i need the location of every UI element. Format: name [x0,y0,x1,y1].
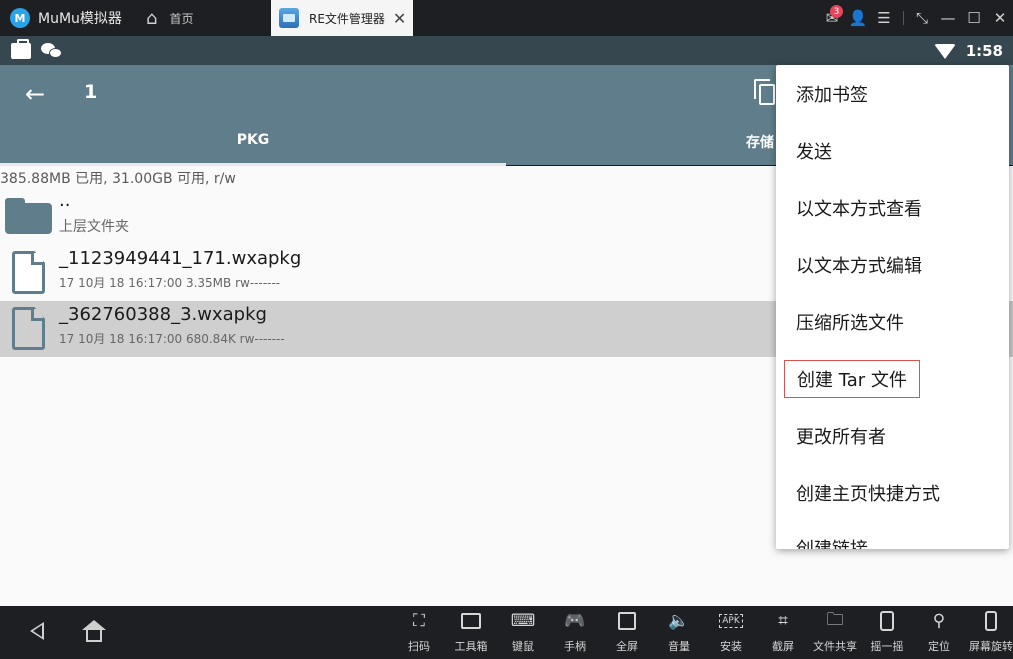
mini-window-icon[interactable]: ⤡ [909,0,935,36]
emulator-tools: ⛶ 扫码 工具箱 ⌨ 键鼠 🎮 手柄 全屏 🔈 音量 APK 安装 ⌗ 截屏 🗀 文件共享 摇… [393,606,1013,659]
wifi-icon [933,44,956,59]
user-icon[interactable]: 👤 [845,0,871,36]
tool-toolbox[interactable]: 工具箱 [445,606,497,659]
location-icon: ⚲ [932,611,946,631]
copy-icon[interactable] [754,79,776,105]
menu-item-create-link[interactable]: 创建链接 [796,535,868,549]
tool-label: 扫码 [408,640,430,653]
menu-item-view-as-text[interactable]: 以文本方式查看 [796,195,922,221]
file-meta: 上层文件夹 [59,219,129,235]
tool-label: 定位 [928,640,950,653]
tool-label: 摇一摇 [870,640,904,653]
tool-label: 屏幕旋转 [969,640,1013,653]
tool-scan[interactable]: ⛶ 扫码 [393,606,445,659]
menu-icon[interactable]: ☰ [871,0,897,36]
emulator-bottom-bar: ⛶ 扫码 工具箱 ⌨ 键鼠 🎮 手柄 全屏 🔈 音量 APK 安装 ⌗ 截屏 🗀 文件共享 摇… [0,606,1013,659]
notification-badge: 3 [830,5,843,18]
tool-label: 文件共享 [813,640,857,653]
tool-file-share[interactable]: 🗀 文件共享 [809,606,861,659]
folder-icon [5,198,52,234]
tool-rotate[interactable]: 屏幕旋转 [965,606,1013,659]
tab-pkg[interactable]: PKG [0,127,506,165]
keyboard-icon: ⌨ [510,611,536,631]
file-name: _1123949441_171.wxapkg [59,248,302,269]
crop-icon: ⌗ [778,611,788,631]
minimize-icon[interactable]: — [935,0,961,36]
tool-keyboard[interactable]: ⌨ 键鼠 [497,606,549,659]
menu-item-edit-as-text[interactable]: 以文本方式编辑 [796,252,922,278]
app-tab-label: RE文件管理器 [309,11,385,26]
menu-item-create-tar[interactable]: 创建 Tar 文件 [784,360,920,398]
divider [897,0,909,36]
android-home-icon[interactable] [82,620,106,644]
file-meta: 17 10月 18 16:17:00 680.84K rw------- [59,332,285,346]
toolbox-icon [461,606,481,636]
briefcase-icon [11,38,31,59]
tool-gamepad[interactable]: 🎮 手柄 [549,606,601,659]
close-window-icon[interactable]: ✕ [987,0,1013,36]
mumu-logo-icon: M [10,8,30,28]
tool-label: 全屏 [616,640,638,653]
emulator-brand: M MuMu模拟器 [0,0,140,36]
tool-volume[interactable]: 🔈 音量 [653,606,705,659]
selection-count-title: 1 [84,81,98,103]
home-tab[interactable]: ⌂ 首页 [140,0,270,36]
tool-shake[interactable]: 摇一摇 [861,606,913,659]
volume-icon: 🔈 [668,611,690,631]
apk-install-icon: APK [719,606,743,636]
overflow-menu: 添加书签 发送 以文本方式查看 以文本方式编辑 压缩所选文件 创建 Tar 文件… [776,65,1009,549]
tool-fullscreen[interactable]: 全屏 [601,606,653,659]
window-controls: ✉ 3 👤 ☰ ⤡ — ☐ ✕ [819,0,1013,36]
file-meta: 17 10月 18 16:17:00 3.35MB rw------- [59,276,281,290]
tool-install-apk[interactable]: APK 安装 [705,606,757,659]
menu-item-send[interactable]: 发送 [796,138,832,164]
scan-icon: ⛶ [413,611,425,631]
file-name: .. [59,190,71,211]
wechat-icon [41,42,63,60]
clock: 1:58 [965,41,1003,60]
file-name: _362760388_3.wxapkg [59,304,267,325]
file-icon [12,307,45,350]
tool-label: 工具箱 [454,640,488,653]
emulator-window: M MuMu模拟器 ⌂ 首页 RE文件管理器 ✕ ✉3 👤 ☰ ⤡ — ☐ ✕ [0,0,1013,659]
tool-label: 手柄 [564,640,586,653]
android-status-bar: 1:58 [0,36,1013,65]
back-arrow-icon[interactable]: ← [20,79,50,109]
maximize-icon[interactable]: ☐ [961,0,987,36]
tool-screenshot[interactable]: ⌗ 截屏 [757,606,809,659]
close-tab-icon[interactable]: ✕ [393,9,406,28]
menu-item-compress[interactable]: 压缩所选文件 [796,309,904,335]
home-icon: ⌂ [146,7,158,29]
tool-label: 安装 [720,640,742,653]
tab-pkg-label: PKG [236,132,270,148]
home-tab-label: 首页 [169,11,194,26]
mail-icon[interactable]: ✉ 3 [819,0,845,36]
menu-item-change-owner[interactable]: 更改所有者 [796,423,886,449]
emulator-titlebar: M MuMu模拟器 ⌂ 首页 RE文件管理器 ✕ ✉ 3 👤 ☰ ⤡ — ☐ ✕ [0,0,1013,36]
tool-location[interactable]: ⚲ 定位 [913,606,965,659]
menu-item-add-bookmark[interactable]: 添加书签 [796,81,868,107]
menu-item-create-shortcut[interactable]: 创建主页快捷方式 [796,480,940,506]
tab-storage-label: 存储 [746,135,774,151]
android-back-icon[interactable] [30,622,44,640]
app-tab-re-file-manager[interactable]: RE文件管理器 ✕ [271,0,413,36]
tool-label: 音量 [668,640,690,653]
re-file-manager-icon [279,8,299,28]
storage-info: 385.88MB 已用, 31.00GB 可用, r/w [0,171,236,187]
brand-name: MuMu模拟器 [38,11,122,27]
rotate-icon [985,606,997,636]
shake-icon [880,606,894,636]
gamepad-icon: 🎮 [564,611,586,631]
file-icon [12,251,45,294]
folder-icon: 🗀 [826,609,844,630]
fullscreen-icon [618,606,636,636]
tool-label: 截屏 [772,640,794,653]
tool-label: 键鼠 [512,640,534,653]
